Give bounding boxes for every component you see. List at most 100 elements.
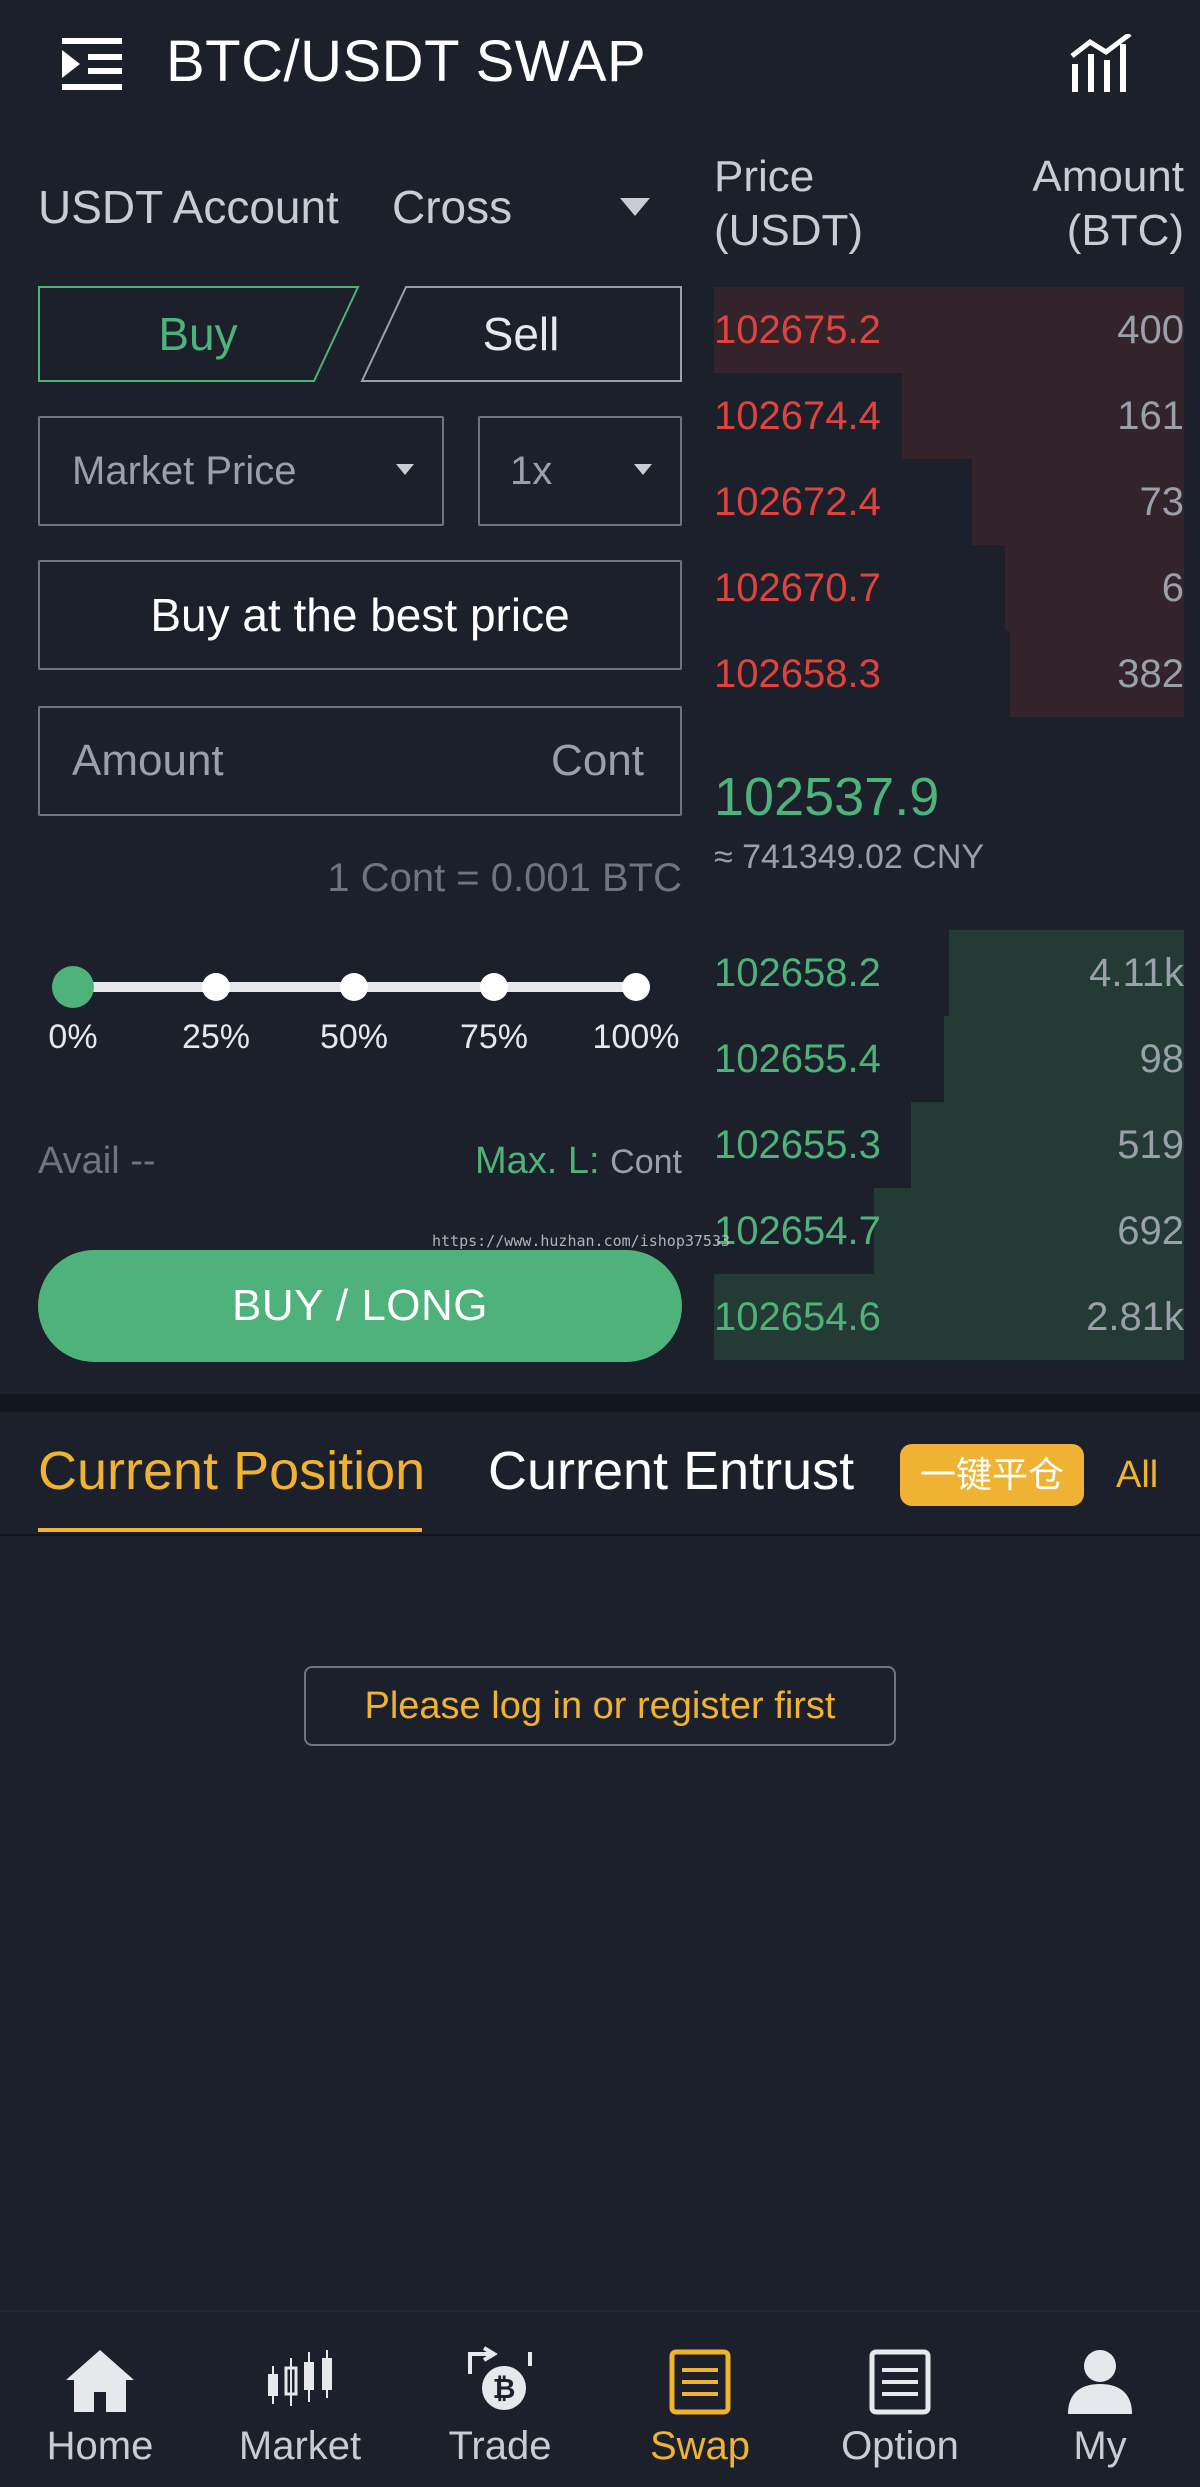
- bid-row[interactable]: 102654.6 2.81k: [714, 1274, 1184, 1360]
- ask-amount: 73: [1139, 480, 1185, 524]
- tab-current-entrust[interactable]: Current Entrust: [488, 1440, 854, 1502]
- swap-document-icon: [669, 2349, 731, 2415]
- nav-label: Option: [841, 2424, 959, 2468]
- section-divider: [0, 1394, 1200, 1412]
- slider-stop-100[interactable]: [622, 973, 650, 1001]
- leverage-select[interactable]: 1x: [478, 416, 682, 526]
- order-type-select[interactable]: Market Price: [38, 416, 444, 526]
- slider-label: 25%: [181, 1018, 251, 1056]
- top-bar: BTC/USDT SWAP: [0, 0, 1200, 130]
- ask-price: 102672.4: [714, 480, 881, 524]
- margin-mode-select[interactable]: Cross: [392, 180, 512, 234]
- ask-amount: 400: [1117, 308, 1184, 352]
- sell-tab-label: Sell: [482, 308, 560, 360]
- ask-price: 102658.3: [714, 652, 881, 696]
- bottom-nav: Home Market ₿ Trade Swap Option My: [0, 2310, 1200, 2487]
- amount-input[interactable]: Amount Cont: [38, 706, 682, 816]
- home-icon: [66, 2350, 134, 2412]
- bid-amount: 2.81k: [1086, 1295, 1184, 1339]
- slider-label: 100%: [592, 1018, 680, 1056]
- amount-placeholder: Amount: [72, 736, 224, 785]
- watermark-text: https://www.huzhan.com/ishop37533: [432, 1232, 731, 1250]
- amount-header-line1: Amount: [1032, 152, 1184, 201]
- kline-chart-icon[interactable]: [1070, 34, 1134, 92]
- amount-unit: Cont: [551, 736, 644, 785]
- nav-label: Trade: [448, 2424, 552, 2468]
- nav-label: Market: [238, 2424, 362, 2468]
- nav-trade[interactable]: ₿ Trade: [400, 2312, 600, 2487]
- price-header-line1: Price: [714, 152, 815, 201]
- ask-amount: 382: [1117, 652, 1184, 696]
- max-leverage-info: Max. L: Cont: [38, 1140, 682, 1183]
- ask-price: 102670.7: [714, 566, 881, 610]
- slider-label: 75%: [459, 1018, 529, 1056]
- page-title: BTC/USDT SWAP: [166, 29, 647, 94]
- tabs-border: [0, 1534, 1200, 1536]
- last-price: 102537.9: [714, 767, 940, 827]
- last-price-cny: ≈ 741349.02 CNY: [714, 838, 985, 876]
- caret-down-icon[interactable]: [620, 198, 650, 218]
- svg-text:₿: ₿: [493, 2372, 516, 2405]
- close-all-positions-button[interactable]: 一键平仓: [900, 1444, 1084, 1506]
- ask-row[interactable]: 102670.7 6: [714, 545, 1184, 631]
- caret-down-icon: [396, 464, 414, 475]
- bid-price: 102654.6: [714, 1295, 881, 1339]
- bid-amount: 519: [1117, 1123, 1184, 1167]
- caret-down-icon: [634, 464, 652, 475]
- order-type-value: Market Price: [72, 449, 297, 493]
- menu-expand-icon[interactable]: [62, 36, 122, 92]
- nav-market[interactable]: Market: [200, 2312, 400, 2487]
- ask-row[interactable]: 102674.4 161: [714, 373, 1184, 459]
- orderbook-price-header: Price (USDT): [714, 150, 863, 258]
- nav-label: Home: [46, 2424, 154, 2468]
- nav-label: Swap: [649, 2424, 751, 2468]
- ask-row[interactable]: 102672.4 73: [714, 459, 1184, 545]
- buy-long-button[interactable]: BUY / LONG: [38, 1250, 682, 1362]
- bid-row[interactable]: 102658.2 4.11k: [714, 930, 1184, 1016]
- nav-swap[interactable]: Swap: [600, 2312, 800, 2487]
- ask-amount: 161: [1117, 394, 1184, 438]
- nav-my[interactable]: My: [1000, 2312, 1200, 2487]
- bid-row[interactable]: 102655.4 98: [714, 1016, 1184, 1102]
- best-price-label: Buy at the best price: [150, 589, 570, 641]
- ask-price: 102675.2: [714, 308, 881, 352]
- buy-tab-label: Buy: [158, 308, 238, 360]
- ask-price: 102674.4: [714, 394, 881, 438]
- bid-price: 102655.4: [714, 1037, 881, 1081]
- login-register-button[interactable]: Please log in or register first: [304, 1666, 896, 1746]
- bid-amount: 4.11k: [1089, 951, 1184, 995]
- amount-header-line2: (BTC): [1066, 206, 1184, 255]
- sell-tab[interactable]: Sell: [360, 286, 682, 382]
- active-tab-indicator: [38, 1528, 422, 1532]
- price-header-line2: (USDT): [714, 206, 864, 255]
- ask-amount: 6: [1161, 566, 1184, 610]
- all-positions-link[interactable]: All: [1116, 1454, 1158, 1497]
- tab-current-position[interactable]: Current Position: [38, 1440, 425, 1502]
- max-leverage-unit: Cont: [610, 1143, 682, 1181]
- bid-price: 102654.7: [714, 1209, 881, 1253]
- slider-stop-75[interactable]: [480, 973, 508, 1001]
- nav-home[interactable]: Home: [0, 2312, 200, 2487]
- best-price-button[interactable]: Buy at the best price: [38, 560, 682, 670]
- side-tabs: Buy Sell: [38, 286, 682, 382]
- ask-row[interactable]: 102658.3 382: [714, 631, 1184, 717]
- amount-percent-slider[interactable]: 0% 25% 50% 75% 100%: [38, 956, 682, 1066]
- slider-stop-50[interactable]: [340, 973, 368, 1001]
- ask-row[interactable]: 102675.2 400: [714, 287, 1184, 373]
- slider-thumb[interactable]: [52, 966, 94, 1008]
- slider-stop-25[interactable]: [202, 973, 230, 1001]
- max-leverage-label: Max. L:: [475, 1140, 600, 1182]
- account-type-label: USDT Account: [38, 181, 339, 233]
- ask-depth-bar: [1005, 545, 1184, 631]
- nav-option[interactable]: Option: [800, 2312, 1000, 2487]
- leverage-value: 1x: [510, 449, 553, 493]
- candlestick-icon: [268, 2350, 332, 2406]
- bitcoin-exchange-icon: ₿: [468, 2346, 532, 2410]
- user-icon: [1068, 2350, 1132, 2414]
- nav-label: My: [1073, 2424, 1127, 2468]
- bid-row[interactable]: 102654.7 692: [714, 1188, 1184, 1274]
- bid-row[interactable]: 102655.3 519: [714, 1102, 1184, 1188]
- bid-amount: 692: [1117, 1209, 1184, 1253]
- slider-label: 50%: [319, 1018, 389, 1056]
- buy-tab[interactable]: Buy: [38, 286, 360, 382]
